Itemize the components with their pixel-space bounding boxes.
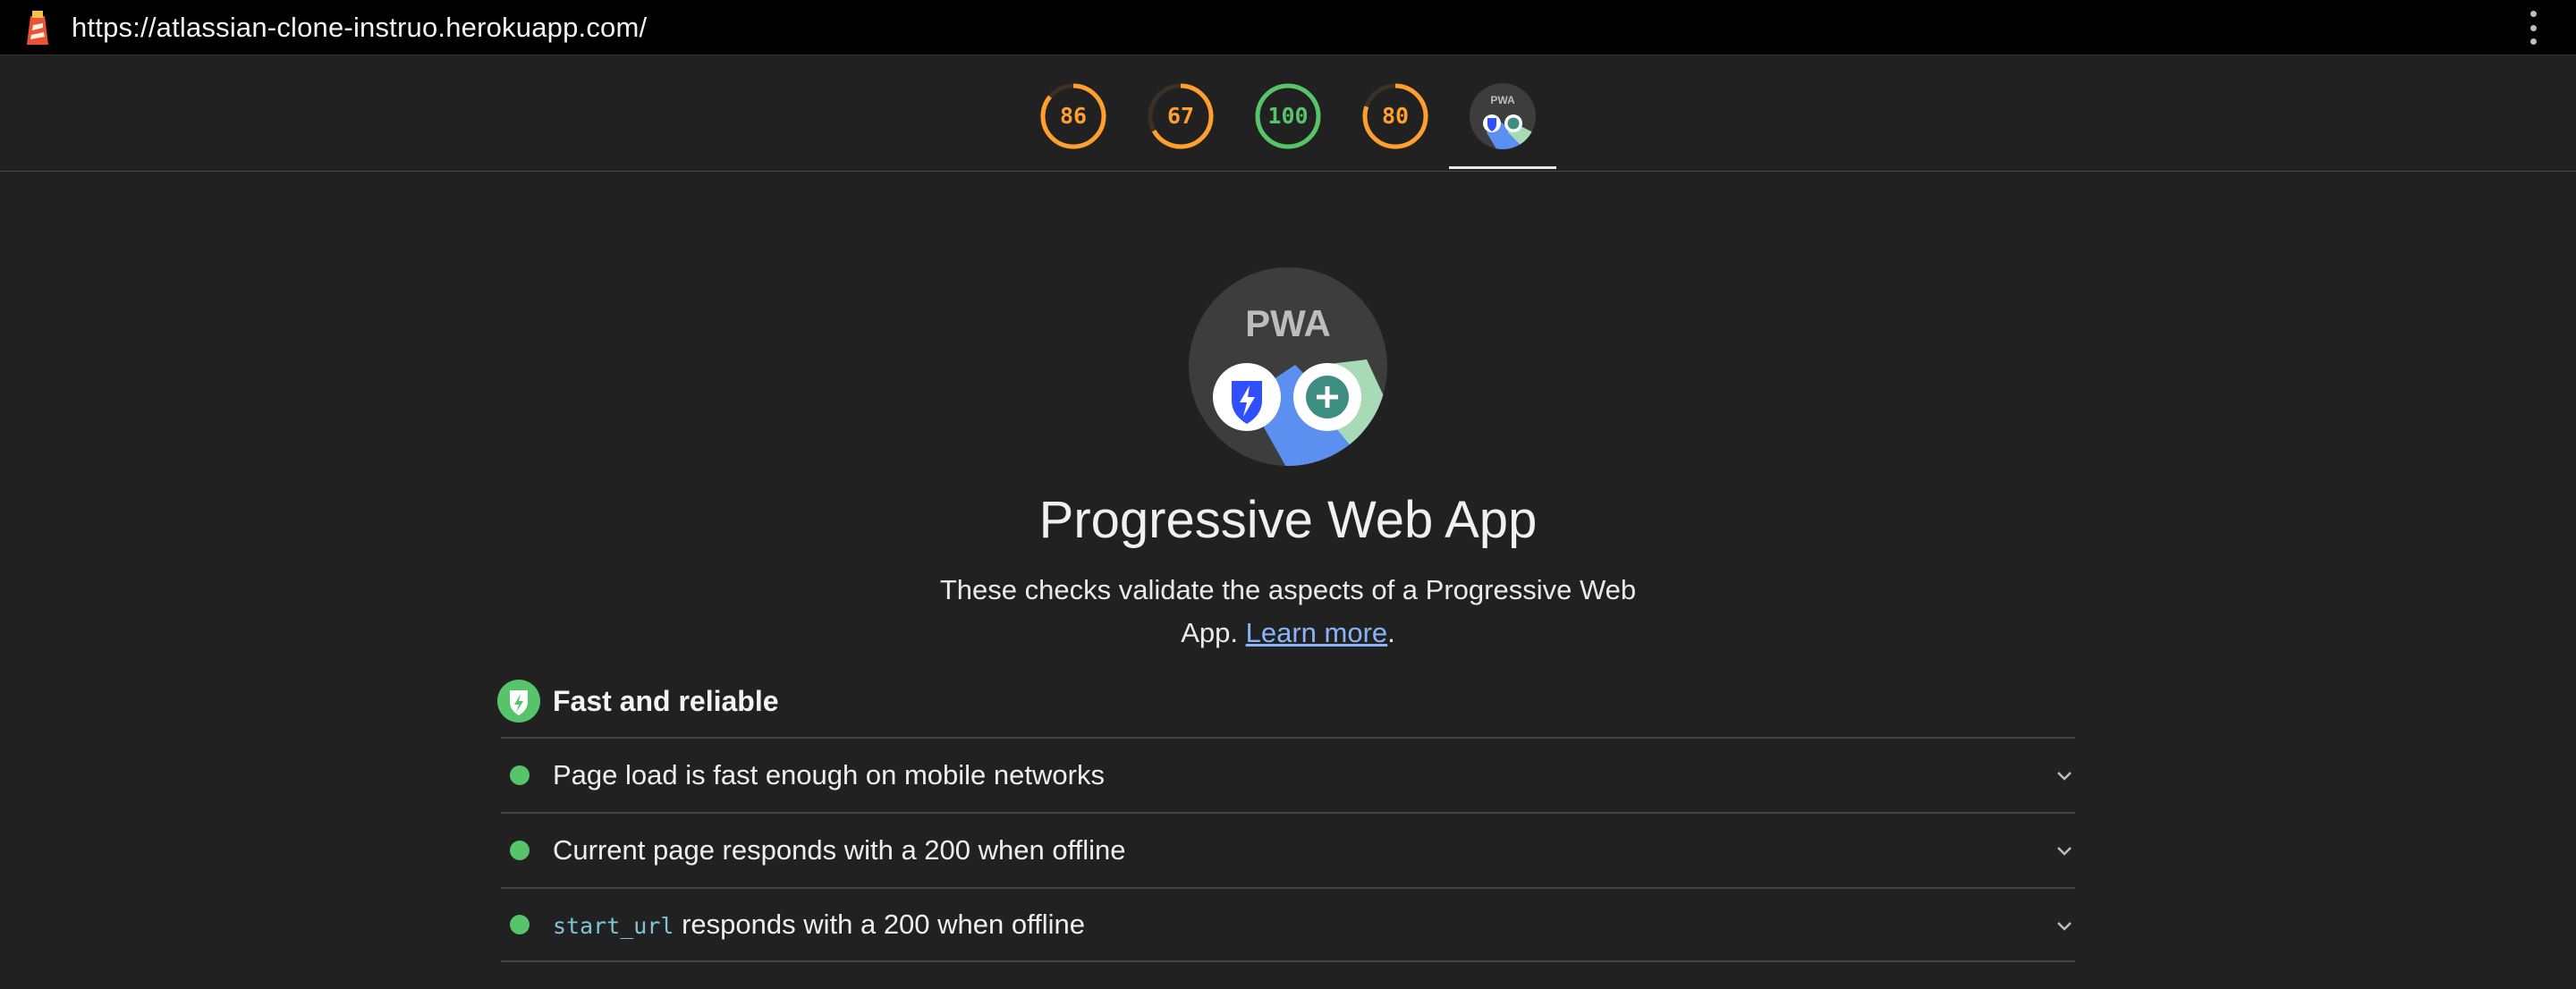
chevron-down-icon[interactable]	[2054, 916, 2075, 937]
audit-title: start_url responds with a 200 when offli…	[553, 909, 1085, 941]
url-bar: https://atlassian-clone-instruo.herokuap…	[0, 0, 2576, 55]
audit-title-text: Page load is fast enough on mobile netwo…	[553, 759, 1105, 790]
audit-title: Current page responds with a 200 when of…	[553, 834, 1126, 866]
group-title: Fast and reliable	[553, 684, 779, 717]
url-text[interactable]: https://atlassian-clone-instruo.herokuap…	[72, 0, 647, 55]
chevron-down-icon[interactable]	[2054, 841, 2075, 862]
score-strip: 86 67 100 80 PWA	[0, 55, 2576, 172]
pwa-badge-icon[interactable]: PWA	[1469, 82, 1537, 150]
pass-indicator-icon	[510, 915, 530, 934]
category-title: Progressive Web App	[1038, 491, 1538, 549]
chevron-down-icon[interactable]	[2054, 765, 2075, 787]
score-value: 86	[1059, 103, 1088, 129]
audit-code: start_url	[553, 913, 674, 939]
audit-title-text: responds with a 200 when offline	[674, 909, 1086, 940]
audit-title: Page load is fast enough on mobile netwo…	[553, 759, 1105, 791]
audit-list: Page load is fast enough on mobile netwo…	[501, 737, 2075, 962]
audit-row[interactable]: start_url responds with a 200 when offli…	[501, 887, 2075, 962]
category-description: These checks validate the aspects of a P…	[930, 569, 1646, 655]
active-tab-indicator	[1449, 166, 1556, 169]
fast-reliable-icon	[497, 680, 540, 723]
score-value: 67	[1166, 103, 1195, 129]
gauge-best-practices[interactable]: 100	[1254, 82, 1322, 150]
audit-row[interactable]: Page load is fast enough on mobile netwo…	[501, 737, 2075, 812]
score-value: 80	[1381, 103, 1410, 129]
audit-row[interactable]: Current page responds with a 200 when of…	[501, 812, 2075, 887]
pwa-category-badge-icon: PWA	[1189, 267, 1387, 466]
svg-text:PWA: PWA	[1245, 302, 1331, 344]
pass-indicator-icon	[510, 765, 530, 785]
svg-text:PWA: PWA	[1490, 94, 1515, 106]
learn-more-link[interactable]: Learn more	[1246, 617, 1388, 648]
pass-indicator-icon	[510, 841, 530, 860]
description-period: .	[1387, 617, 1395, 648]
gauge-accessibility[interactable]: 67	[1147, 82, 1215, 150]
group-fast-reliable: Fast and reliable	[497, 678, 779, 724]
lighthouse-icon	[27, 11, 48, 45]
audit-title-text: Current page responds with a 200 when of…	[553, 834, 1126, 866]
gauge-performance[interactable]: 86	[1039, 82, 1107, 150]
more-options-icon[interactable]	[2526, 11, 2540, 45]
gauge-seo[interactable]: 80	[1361, 82, 1429, 150]
score-value: 100	[1267, 103, 1309, 129]
